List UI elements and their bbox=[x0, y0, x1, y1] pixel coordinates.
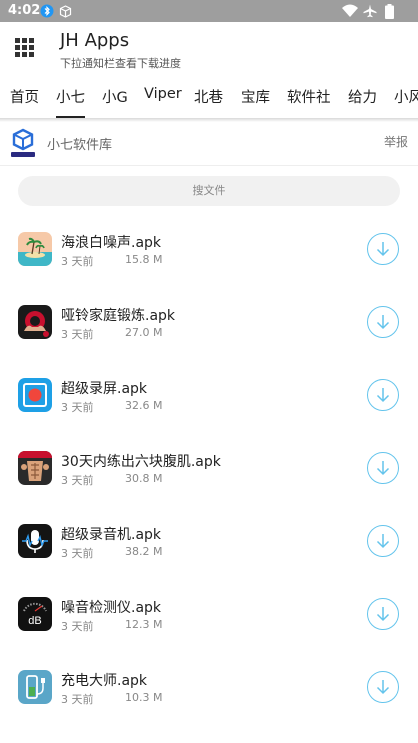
cube-icon bbox=[59, 3, 72, 19]
file-size: 12.3 M bbox=[125, 618, 163, 631]
download-button[interactable] bbox=[367, 379, 399, 411]
db-meter-icon: dB bbox=[18, 597, 52, 631]
file-date: 3 天前 bbox=[61, 693, 94, 706]
list-item[interactable]: 超级录屏.apk 3 天前 32.6 M bbox=[0, 366, 418, 439]
file-date: 3 天前 bbox=[61, 547, 94, 560]
file-name: 超级录屏.apk bbox=[61, 381, 148, 397]
download-button[interactable] bbox=[367, 306, 399, 338]
cube-logo-icon bbox=[10, 128, 36, 160]
file-date: 3 天前 bbox=[61, 474, 94, 487]
tab-ruanjianshe[interactable]: 软件社 bbox=[287, 86, 331, 118]
download-button[interactable] bbox=[367, 671, 399, 703]
tab-geili[interactable]: 给力 bbox=[348, 86, 377, 118]
microphone-icon bbox=[18, 524, 52, 558]
file-date: 3 天前 bbox=[61, 620, 94, 633]
wifi-icon bbox=[342, 3, 358, 19]
airplane-icon bbox=[363, 3, 377, 19]
download-icon bbox=[376, 315, 390, 330]
download-button[interactable] bbox=[367, 598, 399, 630]
svg-text:dB: dB bbox=[28, 615, 41, 627]
download-icon bbox=[376, 461, 390, 476]
bluetooth-icon bbox=[40, 3, 54, 19]
download-button[interactable] bbox=[367, 233, 399, 265]
file-name: 充电大师.apk bbox=[61, 673, 148, 689]
app-bar: JH Apps 下拉通知栏查看下载进度 bbox=[0, 22, 418, 76]
list-item[interactable]: 哑铃家庭锻炼.apk 3 天前 27.0 M bbox=[0, 293, 418, 366]
tab-xiaofeng[interactable]: 小风 bbox=[394, 86, 418, 118]
file-size: 32.6 M bbox=[125, 399, 163, 412]
list-item[interactable]: 海浪白噪声.apk 3 天前 15.8 M bbox=[0, 220, 418, 293]
file-size: 10.3 M bbox=[125, 691, 163, 704]
tab-xiaoqi[interactable]: 小七 bbox=[56, 86, 85, 118]
download-icon bbox=[376, 388, 390, 403]
file-name: 海浪白噪声.apk bbox=[61, 235, 162, 251]
file-date: 3 天前 bbox=[61, 255, 94, 268]
download-icon bbox=[376, 680, 390, 695]
download-button[interactable] bbox=[367, 525, 399, 557]
tab-beixiang[interactable]: 北巷 bbox=[194, 86, 223, 118]
file-size: 27.0 M bbox=[125, 326, 163, 339]
tab-baoku[interactable]: 宝库 bbox=[241, 86, 270, 118]
download-icon bbox=[376, 607, 390, 622]
file-name: 超级录音机.apk bbox=[61, 527, 162, 543]
tabs-divider bbox=[0, 118, 418, 122]
status-time: 4:02 bbox=[8, 3, 41, 18]
file-name: 噪音检测仪.apk bbox=[61, 600, 162, 616]
file-name: 30天内练出六块腹肌.apk bbox=[61, 454, 221, 470]
status-bar: 4:02 bbox=[0, 0, 418, 22]
source-name: 小七软件库 bbox=[47, 138, 113, 153]
grid-menu-icon[interactable] bbox=[15, 38, 37, 60]
download-icon bbox=[376, 242, 390, 257]
file-name: 哑铃家庭锻炼.apk bbox=[61, 308, 176, 324]
charging-icon bbox=[18, 670, 52, 704]
list-item[interactable]: dB 噪音检测仪.apk 3 天前 12.3 M bbox=[0, 585, 418, 658]
file-size: 30.8 M bbox=[125, 472, 163, 485]
beach-icon bbox=[18, 232, 52, 266]
file-size: 38.2 M bbox=[125, 545, 163, 558]
tab-home[interactable]: 首页 bbox=[10, 86, 39, 118]
app-title: JH Apps bbox=[60, 30, 130, 51]
list-item[interactable]: 超级录音机.apk 3 天前 38.2 M bbox=[0, 512, 418, 585]
source-tabs: 首页 小七 小G Viper 北巷 宝库 软件社 给力 小风 bbox=[0, 82, 418, 118]
search-input[interactable]: 搜文件 bbox=[18, 176, 400, 206]
source-header: 小七软件库 举报 bbox=[0, 124, 418, 166]
file-date: 3 天前 bbox=[61, 401, 94, 414]
record-icon bbox=[18, 378, 52, 412]
abs-icon bbox=[18, 451, 52, 485]
list-item[interactable]: 充电大师.apk 3 天前 10.3 M bbox=[0, 658, 418, 731]
download-button[interactable] bbox=[367, 452, 399, 484]
fitness-icon bbox=[18, 305, 52, 339]
battery-icon bbox=[385, 3, 394, 19]
file-date: 3 天前 bbox=[61, 328, 94, 341]
file-size: 15.8 M bbox=[125, 253, 163, 266]
tab-viper[interactable]: Viper bbox=[144, 86, 182, 118]
app-subtitle: 下拉通知栏查看下载进度 bbox=[60, 57, 181, 70]
report-button[interactable]: 举报 bbox=[384, 133, 408, 150]
tab-xiaog[interactable]: 小G bbox=[102, 86, 128, 118]
download-icon bbox=[376, 534, 390, 549]
list-item[interactable]: 30天内练出六块腹肌.apk 3 天前 30.8 M bbox=[0, 439, 418, 512]
